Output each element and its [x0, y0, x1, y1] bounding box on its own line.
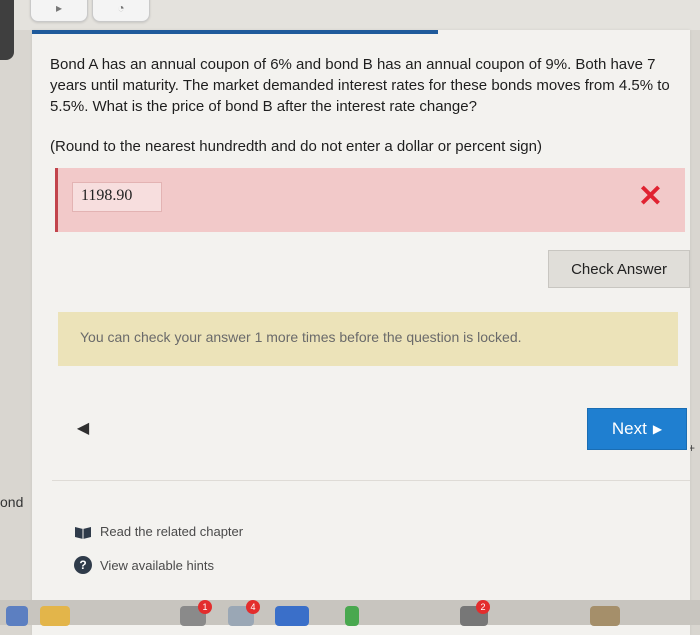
- toolbar-icon-1: ▸: [55, 1, 63, 15]
- next-button[interactable]: Next ▶: [587, 408, 687, 450]
- question-instruction: (Round to the nearest hundredth and do n…: [50, 138, 542, 155]
- section-divider: [52, 480, 690, 481]
- notification-badge: 4: [246, 600, 260, 614]
- read-chapter-link[interactable]: Read the related chapter: [74, 524, 243, 539]
- question-mark-icon: ?: [74, 556, 92, 574]
- dock-app-8[interactable]: [590, 606, 620, 626]
- question-text: Bond A has an annual coupon of 6% and bo…: [50, 56, 670, 115]
- toolbar-button-1[interactable]: ▸: [30, 0, 88, 22]
- view-hints-link[interactable]: ? View available hints: [74, 556, 214, 574]
- progress-line: [32, 30, 438, 34]
- dock-app-5[interactable]: [275, 606, 309, 626]
- answer-input[interactable]: 1198.90: [72, 182, 162, 212]
- check-answer-button[interactable]: Check Answer: [548, 250, 690, 288]
- open-book-icon: [75, 526, 91, 539]
- previous-arrow-icon[interactable]: ◀: [62, 407, 104, 449]
- dock-app-3[interactable]: 1: [180, 600, 212, 626]
- dock-app-1[interactable]: [6, 606, 28, 626]
- toolbar-button-2[interactable]: ◔: [92, 0, 150, 22]
- play-arrow-icon: ▶: [652, 422, 663, 436]
- dock-app-7[interactable]: 2: [460, 600, 490, 626]
- toolbar-icon-2: ◔: [117, 1, 125, 15]
- dock-app-2[interactable]: [40, 606, 70, 626]
- question-panel: Bond A has an annual coupon of 6% and bo…: [32, 30, 690, 635]
- view-hints-label: View available hints: [100, 557, 214, 573]
- notification-badge: 2: [476, 600, 490, 614]
- incorrect-x-icon: ✕: [637, 180, 663, 213]
- answer-box: 1198.90 ✕: [55, 168, 685, 232]
- top-toolbar: ▸ ◔: [0, 0, 700, 60]
- left-tab: [0, 0, 14, 60]
- side-text: ond: [0, 494, 24, 510]
- dock-app-4[interactable]: 4: [228, 600, 260, 626]
- attempts-remaining-notice: You can check your answer 1 more times b…: [58, 312, 678, 366]
- next-button-label: Next: [611, 419, 647, 438]
- notification-badge: 1: [198, 600, 212, 614]
- dock-app-6[interactable]: [345, 606, 359, 626]
- taskbar-dock: 1 4 2: [0, 600, 700, 626]
- read-chapter-label: Read the related chapter: [100, 524, 244, 539]
